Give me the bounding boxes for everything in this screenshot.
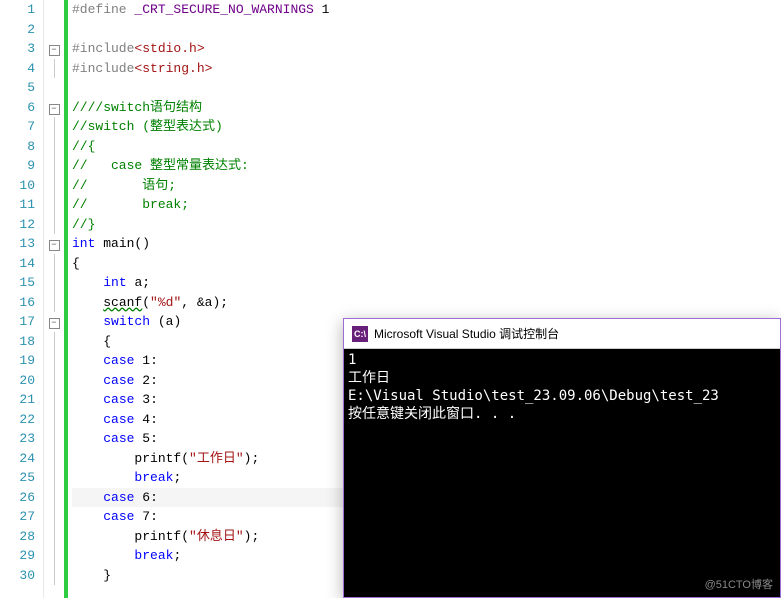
line-number: 4 bbox=[0, 59, 35, 79]
code-line[interactable]: #include<string.h> bbox=[72, 59, 781, 79]
line-number: 12 bbox=[0, 215, 35, 235]
line-number: 24 bbox=[0, 449, 35, 469]
line-number: 7 bbox=[0, 117, 35, 137]
fold-cell bbox=[44, 449, 64, 469]
fold-cell bbox=[44, 59, 64, 79]
line-number: 30 bbox=[0, 566, 35, 586]
fold-cell bbox=[44, 215, 64, 235]
code-line[interactable]: //switch (整型表达式) bbox=[72, 117, 781, 137]
code-line[interactable]: //{ bbox=[72, 137, 781, 157]
fold-toggle-icon[interactable]: − bbox=[49, 45, 60, 56]
fold-cell[interactable]: − bbox=[44, 98, 64, 118]
fold-cell bbox=[44, 332, 64, 352]
fold-cell bbox=[44, 20, 64, 40]
fold-cell bbox=[44, 137, 64, 157]
line-number: 14 bbox=[0, 254, 35, 274]
fold-cell bbox=[44, 117, 64, 137]
line-number: 25 bbox=[0, 468, 35, 488]
code-line[interactable]: // 语句; bbox=[72, 176, 781, 196]
fold-cell bbox=[44, 390, 64, 410]
code-line[interactable]: //} bbox=[72, 215, 781, 235]
line-number: 21 bbox=[0, 390, 35, 410]
fold-cell bbox=[44, 527, 64, 547]
line-number: 15 bbox=[0, 273, 35, 293]
fold-cell bbox=[44, 0, 64, 20]
line-number: 10 bbox=[0, 176, 35, 196]
fold-cell bbox=[44, 546, 64, 566]
debug-console-window[interactable]: C:\ Microsoft Visual Studio 调试控制台 1 工作日 … bbox=[343, 318, 781, 598]
code-line[interactable]: ////switch语句结构 bbox=[72, 98, 781, 118]
code-line[interactable]: int a; bbox=[72, 273, 781, 293]
fold-cell[interactable]: − bbox=[44, 234, 64, 254]
console-title-text: Microsoft Visual Studio 调试控制台 bbox=[374, 325, 559, 342]
line-number: 3 bbox=[0, 39, 35, 59]
line-number: 23 bbox=[0, 429, 35, 449]
line-number: 19 bbox=[0, 351, 35, 371]
code-line[interactable]: scanf("%d", &a); bbox=[72, 293, 781, 313]
watermark: @51CTO博客 bbox=[705, 576, 773, 592]
fold-cell bbox=[44, 410, 64, 430]
line-number: 8 bbox=[0, 137, 35, 157]
fold-cell bbox=[44, 254, 64, 274]
code-line[interactable]: #define _CRT_SECURE_NO_WARNINGS 1 bbox=[72, 0, 781, 20]
line-number: 27 bbox=[0, 507, 35, 527]
fold-column[interactable]: − − − − bbox=[44, 0, 64, 598]
console-output: 1 工作日 E:\Visual Studio\test_23.09.06\Deb… bbox=[344, 349, 780, 425]
fold-toggle-icon[interactable]: − bbox=[49, 104, 60, 115]
fold-cell bbox=[44, 566, 64, 586]
line-number-gutter: 1234567891011121314151617181920212223242… bbox=[0, 0, 44, 598]
fold-cell bbox=[44, 293, 64, 313]
fold-cell bbox=[44, 429, 64, 449]
console-icon: C:\ bbox=[352, 326, 368, 342]
line-number: 28 bbox=[0, 527, 35, 547]
line-number: 26 bbox=[0, 488, 35, 508]
line-number: 13 bbox=[0, 234, 35, 254]
fold-cell bbox=[44, 507, 64, 527]
line-number: 1 bbox=[0, 0, 35, 20]
code-line[interactable]: // case 整型常量表达式: bbox=[72, 156, 781, 176]
console-titlebar[interactable]: C:\ Microsoft Visual Studio 调试控制台 bbox=[344, 319, 780, 349]
line-number: 16 bbox=[0, 293, 35, 313]
line-number: 22 bbox=[0, 410, 35, 430]
fold-cell bbox=[44, 195, 64, 215]
fold-cell bbox=[44, 351, 64, 371]
fold-cell bbox=[44, 468, 64, 488]
fold-cell bbox=[44, 78, 64, 98]
code-line[interactable]: // break; bbox=[72, 195, 781, 215]
line-number: 20 bbox=[0, 371, 35, 391]
fold-toggle-icon[interactable]: − bbox=[49, 240, 60, 251]
line-number: 5 bbox=[0, 78, 35, 98]
fold-cell bbox=[44, 176, 64, 196]
fold-cell bbox=[44, 156, 64, 176]
fold-toggle-icon[interactable]: − bbox=[49, 318, 60, 329]
line-number: 9 bbox=[0, 156, 35, 176]
line-number: 17 bbox=[0, 312, 35, 332]
fold-cell[interactable]: − bbox=[44, 39, 64, 59]
code-line[interactable]: #include<stdio.h> bbox=[72, 39, 781, 59]
code-line[interactable]: int main() bbox=[72, 234, 781, 254]
line-number: 6 bbox=[0, 98, 35, 118]
line-number: 18 bbox=[0, 332, 35, 352]
code-line[interactable]: { bbox=[72, 254, 781, 274]
fold-cell bbox=[44, 273, 64, 293]
fold-cell bbox=[44, 371, 64, 391]
line-number: 11 bbox=[0, 195, 35, 215]
line-number: 29 bbox=[0, 546, 35, 566]
line-number: 2 bbox=[0, 20, 35, 40]
code-line[interactable] bbox=[72, 20, 781, 40]
code-line[interactable] bbox=[72, 78, 781, 98]
fold-cell[interactable]: − bbox=[44, 312, 64, 332]
fold-cell bbox=[44, 488, 64, 508]
